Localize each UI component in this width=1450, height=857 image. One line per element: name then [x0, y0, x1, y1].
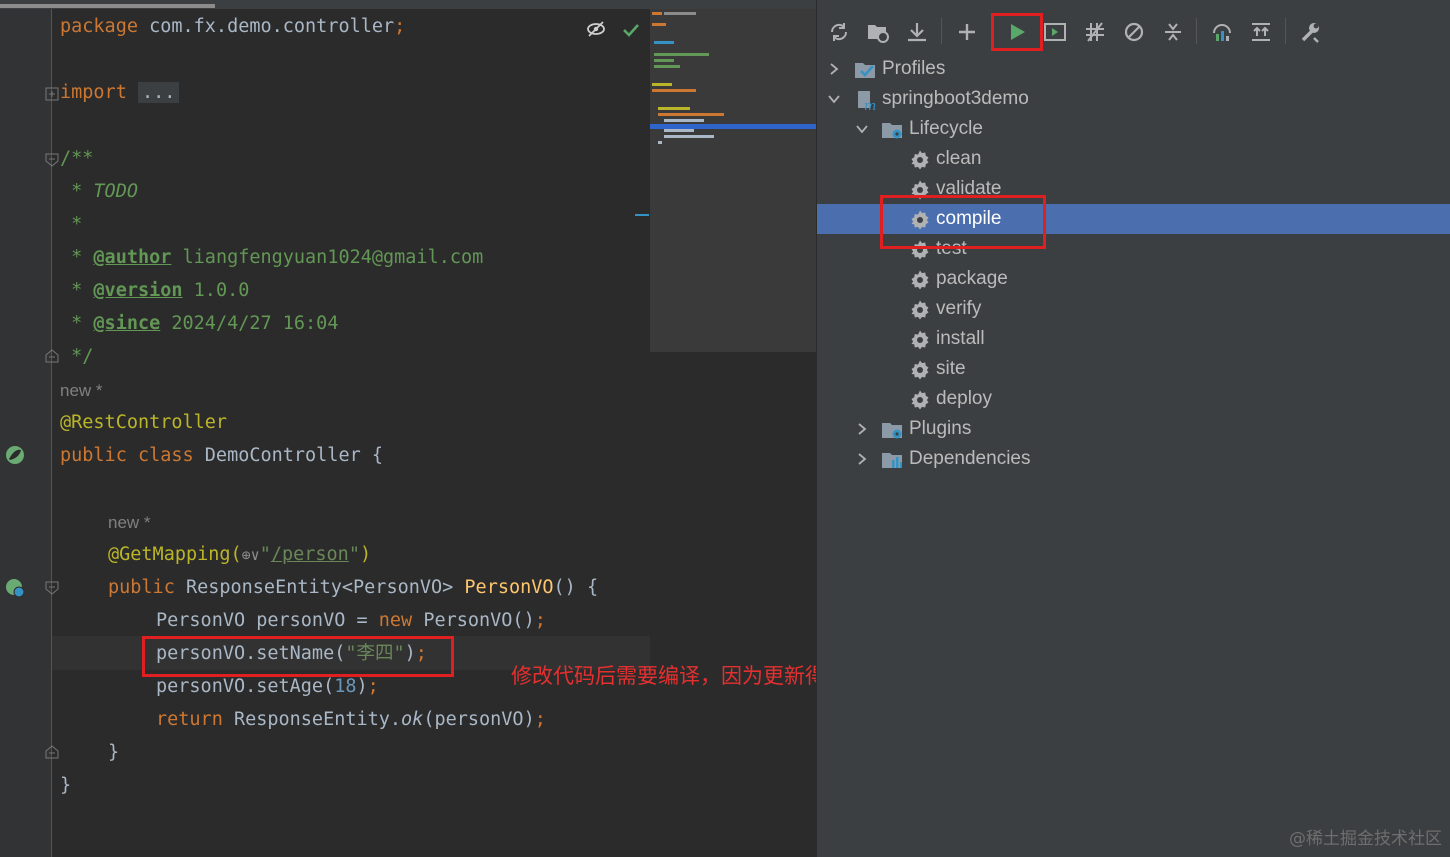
request-mapping-icon[interactable]: [4, 577, 26, 599]
reload-icon[interactable]: [823, 15, 855, 49]
tree-label: Lifecycle: [909, 118, 983, 139]
fold-end-icon[interactable]: [45, 349, 59, 363]
code-line-new-personvo[interactable]: PersonVO personVO = new PersonVO();: [156, 606, 546, 636]
collapse-all-icon[interactable]: [1157, 15, 1189, 49]
watermark: @稀土掘金技术社区: [1289, 829, 1442, 849]
tree-label: Dependencies: [909, 448, 1031, 469]
code-line-class-decl[interactable]: public class DemoController {: [60, 441, 383, 471]
minimap-caret-line: [650, 124, 816, 129]
generate-sources-icon[interactable]: [862, 15, 894, 49]
chevron-down-icon: [828, 95, 840, 104]
profiles-folder-icon: [855, 63, 875, 78]
code-line-doc-close[interactable]: */: [60, 342, 93, 372]
skip-tests-icon[interactable]: [1118, 15, 1150, 49]
tree-label: deploy: [936, 388, 992, 409]
highlight-box-setname: [142, 636, 454, 677]
maven-toolbar: [817, 0, 1450, 50]
fold-collapse-icon[interactable]: [45, 581, 59, 595]
tree-item-goal-clean[interactable]: clean: [817, 144, 1450, 174]
chevron-right-icon: [858, 453, 867, 465]
no-problems-check-icon: [623, 24, 639, 37]
code-minimap[interactable]: [650, 9, 816, 352]
highlight-box-compile: [880, 195, 1046, 249]
lifecycle-folder-icon: [882, 123, 902, 139]
code-line-doc-open[interactable]: /**: [60, 144, 93, 174]
tree-label: clean: [936, 148, 982, 169]
code-line-doc-since[interactable]: * @since 2024/4/27 16:04: [60, 309, 338, 339]
code-line-doc-author[interactable]: * @author liangfengyuan1024@gmail.com: [60, 243, 483, 273]
editor-tab-strip: [0, 0, 816, 9]
tree-item-goal-site[interactable]: site: [817, 354, 1450, 384]
plugins-folder-icon: [882, 423, 902, 439]
gear-icon: [911, 390, 929, 410]
code-line-return[interactable]: return ResponseEntity.ok(personVO);: [156, 705, 546, 735]
tree-item-dependencies[interactable]: Dependencies: [817, 444, 1450, 474]
tree-item-goal-verify[interactable]: verify: [817, 294, 1450, 324]
highlight-box-run: [991, 13, 1043, 51]
active-tab-indicator: [0, 4, 215, 8]
fold-expand-icon[interactable]: [45, 87, 59, 101]
tree-item-goal-package[interactable]: package: [817, 264, 1450, 294]
code-line-import[interactable]: import ...: [60, 78, 180, 108]
code-line-get-mapping[interactable]: @GetMapping(⊕∨"/person"): [108, 540, 371, 570]
code-line-doc-version[interactable]: * @version 1.0.0: [60, 276, 249, 306]
tree-label: install: [936, 328, 985, 349]
gear-icon: [911, 330, 929, 350]
maven-project-icon: m: [858, 91, 876, 111]
url-globe-icon: ⊕∨: [241, 546, 260, 564]
chevron-right-icon: [858, 423, 867, 435]
execute-goal-icon[interactable]: [1039, 15, 1071, 49]
tree-item-lifecycle[interactable]: Lifecycle: [817, 114, 1450, 144]
tree-item-profiles[interactable]: Profiles: [817, 54, 1450, 84]
chevron-right-icon: [830, 63, 839, 75]
code-line-close-method[interactable]: }: [108, 738, 119, 768]
analyze-dependencies-icon[interactable]: [1206, 15, 1238, 49]
show-dependencies-icon[interactable]: [1245, 15, 1277, 49]
scroll-marker: [635, 214, 649, 216]
gear-icon: [911, 270, 929, 290]
gear-icon: [911, 300, 929, 320]
add-icon[interactable]: [951, 15, 983, 49]
inspection-widget[interactable]: [586, 18, 646, 42]
codevision-author-hint[interactable]: new *: [60, 379, 103, 403]
maven-tool-window[interactable]: Profiles m springboot3demo Lifecycle cle…: [816, 0, 1450, 857]
dependencies-folder-icon: [882, 453, 902, 468]
editor-gutter: [0, 9, 52, 857]
svg-text:m: m: [864, 99, 876, 111]
hide-reader-mode-icon: [587, 21, 605, 37]
code-editor[interactable]: package com.fx.demo.controller; import .…: [0, 0, 816, 857]
tree-label: Profiles: [882, 58, 946, 79]
fold-end-icon[interactable]: [45, 745, 59, 759]
chevron-down-icon: [856, 125, 868, 134]
code-line-method-decl[interactable]: public ResponseEntity<PersonVO> PersonVO…: [108, 573, 598, 603]
tree-label: springboot3demo: [882, 88, 1029, 109]
gear-icon: [911, 360, 929, 380]
tree-label: package: [936, 268, 1008, 289]
code-line-rest-controller[interactable]: @RestController: [60, 408, 227, 438]
tree-item-project[interactable]: m springboot3demo: [817, 84, 1450, 114]
tree-label: site: [936, 358, 966, 379]
download-icon[interactable]: [901, 15, 933, 49]
tree-label: verify: [936, 298, 982, 319]
gear-icon: [911, 150, 929, 170]
toggle-offline-icon[interactable]: [1079, 15, 1111, 49]
fold-collapse-icon[interactable]: [45, 153, 59, 167]
codevision-author-hint[interactable]: new *: [108, 511, 151, 535]
tree-item-goal-deploy[interactable]: deploy: [817, 384, 1450, 414]
folded-imports[interactable]: ...: [137, 82, 180, 103]
annotation-note: 修改代码后需要编译，因为更新得是class文件: [511, 664, 816, 688]
settings-wrench-icon[interactable]: [1295, 15, 1327, 49]
tree-item-plugins[interactable]: Plugins: [817, 414, 1450, 444]
spring-bean-icon[interactable]: [4, 444, 26, 466]
code-line-package[interactable]: package com.fx.demo.controller;: [60, 12, 405, 42]
code-line-close-class[interactable]: }: [60, 771, 71, 801]
tree-item-goal-install[interactable]: install: [817, 324, 1450, 354]
code-line-doc-todo[interactable]: * TODO: [60, 177, 138, 207]
code-line-doc-blank[interactable]: *: [60, 210, 82, 240]
tree-label: Plugins: [909, 418, 972, 439]
